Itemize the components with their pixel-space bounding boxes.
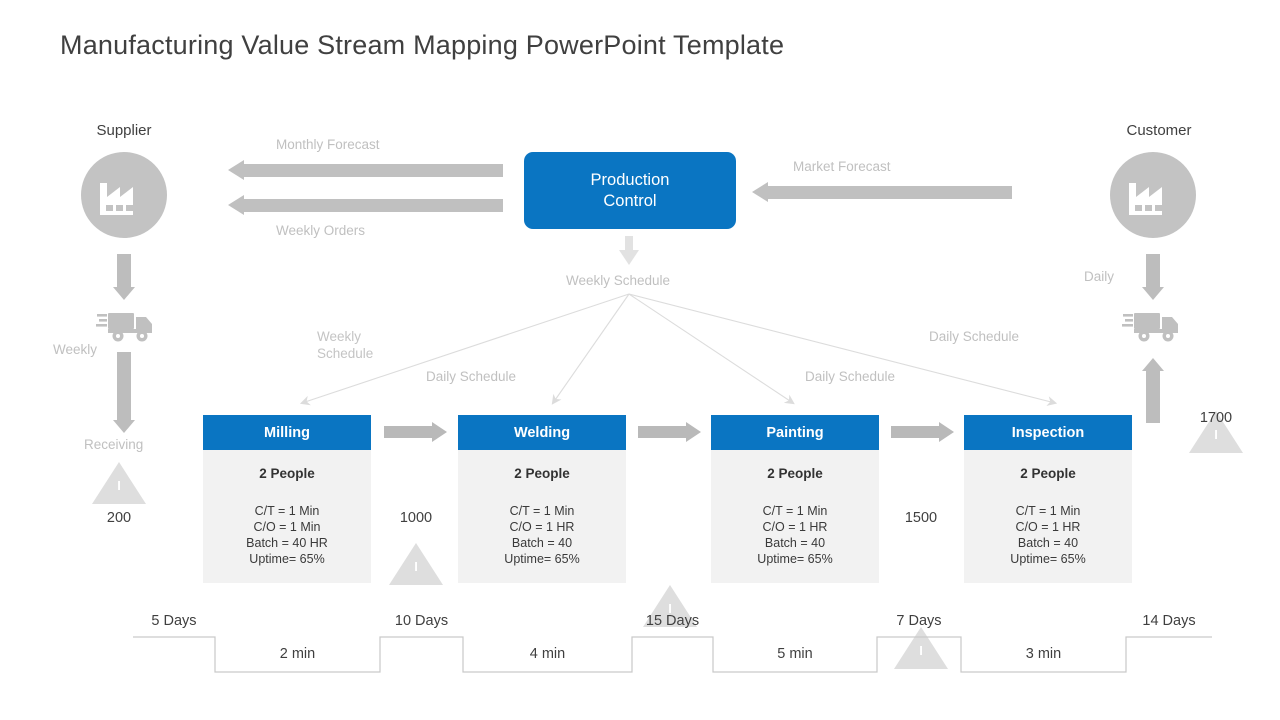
process-co: C/O = 1 HR [762, 520, 828, 534]
process-co: C/O = 1 Min [253, 520, 321, 534]
weekly-schedule-down-arrow [617, 236, 641, 271]
process-batch: Batch = 40 [1017, 536, 1079, 550]
receiving-inventory-value: 200 [106, 510, 132, 526]
supplier-to-truck-arrow [113, 254, 135, 300]
process-uptime: Uptime= 65% [1010, 552, 1086, 566]
process-time-1: 2 min [279, 646, 316, 662]
market-forecast-label: Market Forecast [793, 159, 891, 174]
weekly-orders-arrow [228, 195, 503, 215]
production-control-line2: Control [603, 191, 657, 210]
push-arrow-milling-welding [384, 422, 447, 442]
push-arrow-welding-painting [638, 422, 701, 442]
weekly-orders-label: Weekly Orders [276, 223, 366, 238]
process-ct: C/T = 1 Min [762, 504, 828, 518]
supplier-frequency-label: Weekly [53, 342, 98, 357]
process-ct: C/T = 1 Min [254, 504, 320, 518]
truck-to-receiving-arrow [113, 352, 135, 433]
push-arrow-painting-inspection [891, 422, 954, 442]
customer-truck-icon [1122, 305, 1184, 350]
process-batch: Batch = 40 [511, 536, 573, 550]
process-batch: Batch = 40 [764, 536, 826, 550]
market-forecast-arrow [752, 182, 1012, 202]
production-control-line1: Production [590, 170, 670, 189]
schedule-label-4: Daily Schedule [929, 329, 1020, 344]
process-people: 2 People [259, 466, 315, 481]
process-uptime: Uptime= 65% [757, 552, 833, 566]
process-box-welding[interactable]: Welding 2 People C/T = 1 Min C/O = 1 HR … [458, 415, 626, 583]
lead-time-4: 7 Days [896, 613, 942, 629]
process-box-painting[interactable]: Painting 2 People C/T = 1 Min C/O = 1 HR… [711, 415, 879, 583]
schedule-label-1-line1: Weekly [317, 329, 362, 344]
process-title: Welding [458, 415, 626, 450]
receiving-inventory-triangle: I [92, 462, 146, 504]
schedule-label-2: Daily Schedule [426, 369, 517, 384]
schedule-label-1-line2: Schedule [317, 346, 374, 361]
process-uptime: Uptime= 65% [504, 552, 580, 566]
process-box-milling[interactable]: Milling 2 People C/T = 1 Min C/O = 1 Min… [203, 415, 371, 583]
page-title: Manufacturing Value Stream Mapping Power… [60, 30, 785, 60]
supplier-factory-icon [81, 152, 167, 238]
receiving-label: Receiving [84, 437, 144, 452]
process-title: Inspection [964, 415, 1132, 450]
wip-value-1: 1000 [399, 510, 433, 526]
process-time-4: 3 min [1025, 646, 1062, 662]
process-box-inspection[interactable]: Inspection 2 People C/T = 1 Min C/O = 1 … [964, 415, 1132, 583]
process-uptime: Uptime= 65% [249, 552, 325, 566]
process-title: Milling [203, 415, 371, 450]
production-control-box[interactable]: Production Control [524, 152, 736, 229]
lead-time-3: 15 Days [645, 613, 700, 629]
weekly-schedule-label: Weekly Schedule [566, 273, 671, 288]
process-title: Painting [711, 415, 879, 450]
customer-frequency-label: Daily [1084, 269, 1115, 284]
lead-time-5: 14 Days [1142, 613, 1196, 629]
process-people: 2 People [514, 466, 570, 481]
process-people: 2 People [1020, 466, 1076, 481]
process-co: C/O = 1 HR [1015, 520, 1081, 534]
timeline-ladder: 5 Days 10 Days 15 Days 7 Days 14 Days 2 … [0, 596, 1280, 696]
process-batch: Batch = 40 HR [246, 536, 328, 550]
monthly-forecast-label: Monthly Forecast [276, 137, 380, 152]
supplier-label: Supplier [96, 122, 152, 139]
finished-goods-inventory-value: 1700 [1199, 410, 1233, 426]
schedule-label-1: Weekly Schedule [317, 328, 407, 362]
shipping-to-customer-arrow [1142, 358, 1164, 423]
process-time-2: 4 min [529, 646, 566, 662]
slide-canvas: Manufacturing Value Stream Mapping Power… [0, 0, 1280, 720]
wip-triangle-1: I [389, 543, 443, 585]
customer-label: Customer [1126, 122, 1192, 139]
process-ct: C/T = 1 Min [509, 504, 575, 518]
schedule-label-3: Daily Schedule [805, 369, 896, 384]
supplier-truck-icon [96, 305, 158, 350]
inventory-letter: I [117, 478, 121, 493]
lead-time-2: 10 Days [394, 613, 449, 629]
lead-time-1: 5 Days [151, 613, 197, 629]
customer-factory-icon [1110, 152, 1196, 238]
process-ct: C/T = 1 Min [1015, 504, 1081, 518]
inventory-letter: I [414, 559, 418, 574]
inventory-letter: I [1214, 427, 1218, 442]
process-co: C/O = 1 HR [509, 520, 575, 534]
process-people: 2 People [767, 466, 823, 481]
process-time-3: 5 min [777, 646, 813, 662]
wip-value-3: 1500 [904, 510, 938, 526]
monthly-forecast-arrow [228, 160, 503, 180]
customer-to-truck-arrow [1142, 254, 1164, 300]
